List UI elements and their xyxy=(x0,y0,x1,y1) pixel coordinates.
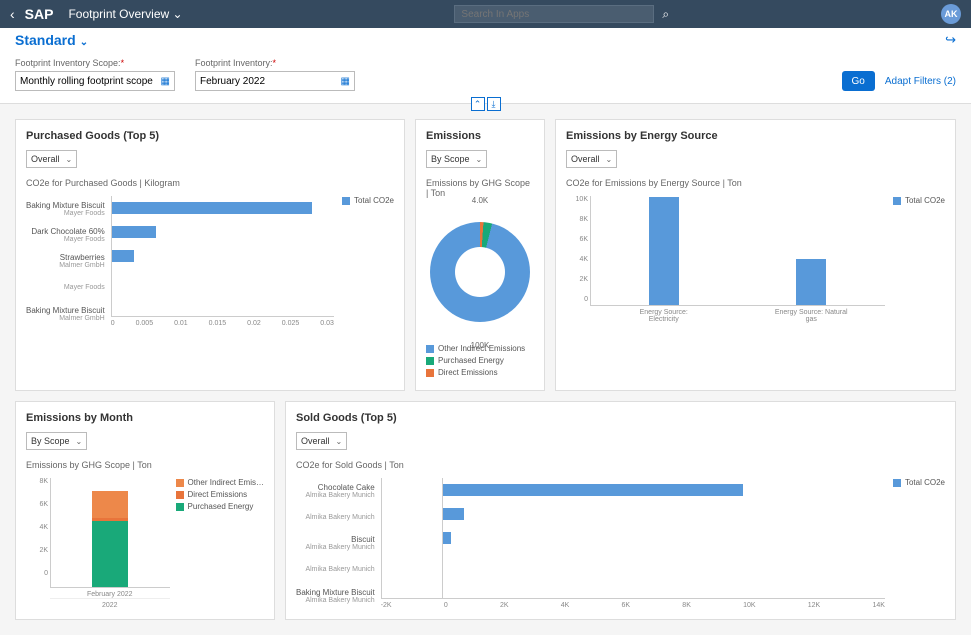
vbar-xaxis: Energy Source: Electricity Energy Source… xyxy=(590,306,885,323)
content-area: Purchased Goods (Top 5) Overall⌄ CO2e fo… xyxy=(0,104,971,635)
shell-header: ‹ SAP Footprint Overview ⌄ ⌕ AK xyxy=(0,0,971,28)
legend: Total CO2e xyxy=(893,196,945,323)
variant-selector[interactable]: Standard⌄ xyxy=(15,32,88,48)
hbar-plot xyxy=(111,196,334,316)
chart-subtitle: Emissions by GHG Scope | Ton xyxy=(26,460,264,470)
card-sold-goods: Sold Goods (Top 5) Overall⌄ CO2e for Sol… xyxy=(285,401,956,620)
variant-bar: Standard⌄ ↪ xyxy=(0,28,971,52)
filter-inventory-label: Footprint Inventory:* xyxy=(195,58,355,68)
filter-scope: Footprint Inventory Scope:* ▦ xyxy=(15,58,175,91)
go-button[interactable]: Go xyxy=(842,71,875,91)
collapse-up-icon[interactable]: ⌃ xyxy=(471,97,485,111)
card-energy-source: Emissions by Energy Source Overall⌄ CO2e… xyxy=(555,119,956,391)
pin-icon[interactable]: ⤓ xyxy=(487,97,501,111)
chevron-down-icon: ⌄ xyxy=(476,155,483,164)
stack-plot xyxy=(50,478,170,588)
chevron-down-icon: ⌄ xyxy=(336,437,343,446)
card-emissions-month: Emissions by Month By Scope⌄ Emissions b… xyxy=(15,401,275,620)
hbar-plot xyxy=(381,478,885,598)
filter-scope-input[interactable] xyxy=(20,76,161,87)
filter-inventory-input[interactable] xyxy=(200,76,341,87)
stack-xaxis: February 2022 xyxy=(50,588,170,598)
chevron-down-icon: ⌄ xyxy=(173,7,183,21)
valuehelp-icon[interactable]: ▦ xyxy=(161,76,170,87)
filter-inventory-input-wrap[interactable]: ▦ xyxy=(195,71,355,91)
card-title: Emissions by Energy Source xyxy=(566,130,945,142)
filterbar-collapse-handle: ⌃ ⤓ xyxy=(471,97,501,111)
avatar[interactable]: AK xyxy=(941,4,961,24)
filter-bar: Footprint Inventory Scope:* ▦ Footprint … xyxy=(0,52,971,104)
filter-inventory: Footprint Inventory:* ▦ xyxy=(195,58,355,91)
vbar-yaxis: 10K8K6K4K2K0 xyxy=(566,196,588,303)
share-icon[interactable]: ↪ xyxy=(945,32,956,48)
chevron-down-icon: ⌄ xyxy=(76,437,83,446)
card-purchased-goods: Purchased Goods (Top 5) Overall⌄ CO2e fo… xyxy=(15,119,405,391)
chart-subtitle: CO2e for Purchased Goods | Kilogram xyxy=(26,178,394,188)
chevron-down-icon: ⌄ xyxy=(606,155,613,164)
select-sold[interactable]: Overall⌄ xyxy=(296,432,347,450)
stack-yaxis: 8K6K4K2K0 xyxy=(26,478,48,577)
hbar-xaxis: 00.0050.010.0150.020.0250.03 xyxy=(111,316,334,327)
filter-scope-input-wrap[interactable]: ▦ xyxy=(15,71,175,91)
hbar-xaxis: -2K02K4K6K8K10K12K14K xyxy=(381,598,885,609)
sap-logo: SAP xyxy=(25,6,54,22)
hbar-labels: Chocolate CakeAlmika Bakery Munich Almik… xyxy=(296,478,381,609)
chart-subtitle: CO2e for Sold Goods | Ton xyxy=(296,460,945,470)
legend: Total CO2e xyxy=(893,478,945,609)
card-title: Purchased Goods (Top 5) xyxy=(26,130,394,142)
back-button[interactable]: ‹ xyxy=(10,6,15,22)
chart-subtitle: Emissions by GHG Scope | Ton xyxy=(426,178,534,198)
filter-scope-label: Footprint Inventory Scope:* xyxy=(15,58,175,68)
select-emissions[interactable]: By Scope⌄ xyxy=(426,150,487,168)
legend: Total CO2e xyxy=(342,196,394,327)
donut-bot-label: 100K xyxy=(471,341,490,350)
select-bymonth[interactable]: By Scope⌄ xyxy=(26,432,87,450)
donut-top-label: 4.0K xyxy=(472,196,488,205)
select-purchased[interactable]: Overall⌄ xyxy=(26,150,77,168)
card-title: Emissions by Month xyxy=(26,412,264,424)
donut-chart: 4.0K 100K xyxy=(426,208,534,336)
search-icon[interactable]: ⌕ xyxy=(662,7,669,22)
stack-xgroup: 2022 xyxy=(50,598,170,609)
vbar-plot xyxy=(590,196,885,306)
search-input[interactable] xyxy=(454,5,654,23)
select-energy[interactable]: Overall⌄ xyxy=(566,150,617,168)
chevron-down-icon: ⌄ xyxy=(66,155,73,164)
shell-search: ⌕ xyxy=(454,5,669,23)
chart-subtitle: CO2e for Emissions by Energy Source | To… xyxy=(566,178,945,188)
valuehelp-icon[interactable]: ▦ xyxy=(341,76,350,87)
app-title[interactable]: Footprint Overview ⌄ xyxy=(68,7,182,21)
legend: Other Indirect Emis… Direct Emissions Pu… xyxy=(176,478,264,609)
adapt-filters-link[interactable]: Adapt Filters (2) xyxy=(885,76,956,87)
card-title: Sold Goods (Top 5) xyxy=(296,412,945,424)
hbar-labels: Baking Mixture BiscuitMayer Foods Dark C… xyxy=(26,196,111,327)
chevron-down-icon: ⌄ xyxy=(80,37,88,48)
card-title: Emissions xyxy=(426,130,534,142)
card-emissions: Emissions By Scope⌄ Emissions by GHG Sco… xyxy=(415,119,545,391)
